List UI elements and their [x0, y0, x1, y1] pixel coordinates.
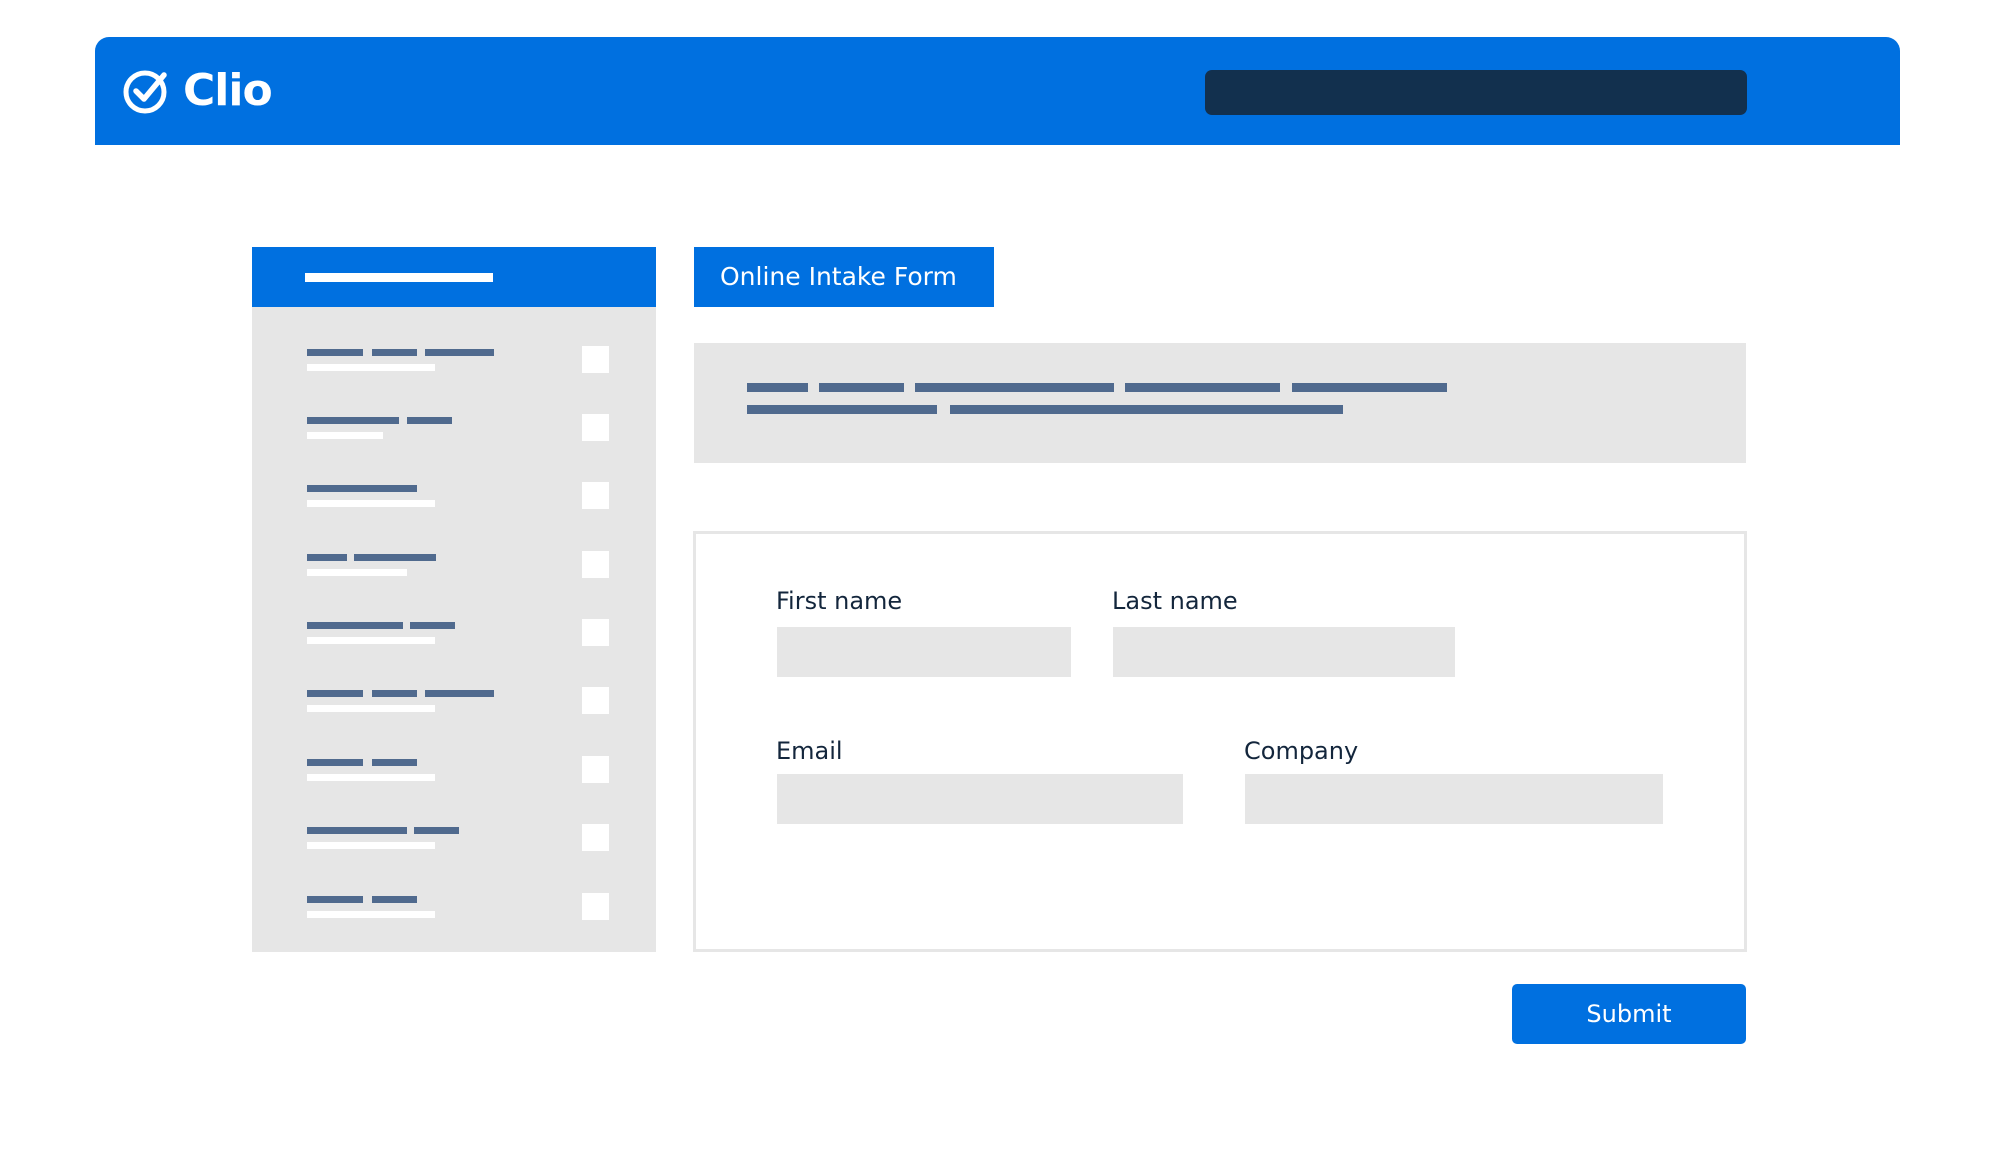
text-placeholder	[410, 622, 455, 629]
item-checkbox[interactable]	[582, 687, 609, 714]
text-placeholder	[372, 690, 417, 697]
subtext-placeholder	[307, 569, 407, 576]
sidebar-item[interactable]	[252, 482, 656, 545]
app-window: Clio Online Intake Form First name Last …	[0, 0, 2000, 1170]
sidebar-item[interactable]	[252, 619, 656, 682]
text-placeholder	[307, 759, 363, 766]
text-placeholder	[372, 759, 417, 766]
sidebar-header-placeholder	[305, 273, 493, 282]
text-placeholder	[819, 383, 904, 392]
first-name-label: First name	[776, 587, 903, 615]
text-placeholder	[425, 690, 494, 697]
text-placeholder	[307, 827, 407, 834]
text-placeholder	[407, 417, 452, 424]
item-checkbox[interactable]	[582, 346, 609, 373]
email-input[interactable]	[777, 774, 1183, 824]
subtext-placeholder	[307, 432, 383, 439]
item-checkbox[interactable]	[582, 619, 609, 646]
text-placeholder	[1125, 383, 1280, 392]
sidebar-item[interactable]	[252, 551, 656, 614]
item-checkbox[interactable]	[582, 893, 609, 920]
sidebar	[252, 247, 656, 952]
company-label: Company	[1244, 737, 1359, 765]
email-label: Email	[776, 737, 843, 765]
sidebar-item[interactable]	[252, 756, 656, 819]
text-placeholder	[1292, 383, 1447, 392]
subtext-placeholder	[307, 842, 435, 849]
sidebar-item[interactable]	[252, 414, 656, 477]
text-placeholder	[307, 485, 417, 492]
item-checkbox[interactable]	[582, 551, 609, 578]
sidebar-item[interactable]	[252, 893, 656, 956]
form-description	[694, 343, 1746, 463]
text-placeholder	[747, 383, 808, 392]
app-name: Clio	[183, 65, 273, 116]
clio-logo[interactable]: Clio	[123, 65, 273, 117]
check-circle-icon	[123, 70, 167, 114]
subtext-placeholder	[307, 364, 435, 371]
text-placeholder	[915, 383, 1114, 392]
text-placeholder	[747, 405, 937, 414]
sidebar-item[interactable]	[252, 687, 656, 750]
text-placeholder	[307, 690, 363, 697]
sidebar-item[interactable]	[252, 824, 656, 887]
text-placeholder	[414, 827, 459, 834]
subtext-placeholder	[307, 500, 435, 507]
item-checkbox[interactable]	[582, 482, 609, 509]
last-name-input[interactable]	[1113, 627, 1455, 677]
text-placeholder	[307, 896, 363, 903]
subtext-placeholder	[307, 774, 435, 781]
company-input[interactable]	[1245, 774, 1663, 824]
text-placeholder	[307, 417, 399, 424]
subtext-placeholder	[307, 637, 435, 644]
subtext-placeholder	[307, 911, 435, 918]
intake-form: First name Last name Email Company	[693, 531, 1747, 952]
sidebar-header	[252, 247, 656, 307]
text-placeholder	[307, 554, 347, 561]
item-checkbox[interactable]	[582, 824, 609, 851]
search-bar[interactable]	[1205, 70, 1747, 115]
text-placeholder	[372, 896, 417, 903]
subtext-placeholder	[307, 705, 435, 712]
submit-button[interactable]: Submit	[1512, 984, 1746, 1044]
item-checkbox[interactable]	[582, 414, 609, 441]
text-placeholder	[307, 622, 403, 629]
item-checkbox[interactable]	[582, 756, 609, 783]
top-header: Clio	[95, 37, 1900, 145]
text-placeholder	[307, 349, 363, 356]
text-placeholder	[950, 405, 1343, 414]
first-name-input[interactable]	[777, 627, 1071, 677]
text-placeholder	[354, 554, 436, 561]
text-placeholder	[425, 349, 494, 356]
form-title-tab[interactable]: Online Intake Form	[694, 247, 994, 307]
last-name-label: Last name	[1112, 587, 1238, 615]
text-placeholder	[372, 349, 417, 356]
sidebar-item[interactable]	[252, 346, 656, 409]
